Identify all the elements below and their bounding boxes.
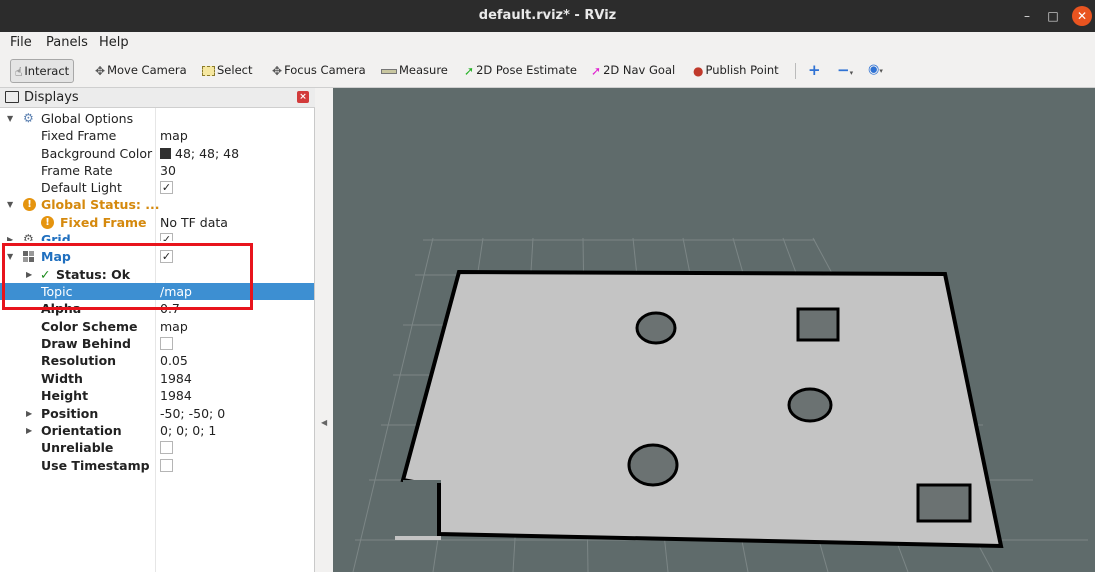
grid-label: Grid bbox=[41, 232, 71, 241]
minus-icon: − bbox=[837, 61, 850, 79]
select-tool-button[interactable]: Select bbox=[200, 59, 252, 83]
move-camera-icon: ✥ bbox=[95, 63, 106, 78]
prop-resolution[interactable]: Resolution 0.05 bbox=[0, 352, 314, 369]
displays-title: Displays bbox=[24, 90, 79, 105]
background-color-value[interactable]: 48; 48; 48 bbox=[160, 145, 239, 162]
resolution-value: 0.05 bbox=[160, 353, 188, 368]
fixed-frame-value[interactable]: map bbox=[160, 127, 188, 144]
menu-file[interactable]: File bbox=[10, 35, 32, 50]
focus-camera-tool-button[interactable]: ✥ Focus Camera bbox=[270, 59, 366, 83]
obstacle-circle bbox=[635, 311, 677, 345]
prop-position[interactable]: ▶ Position -50; -50; 0 bbox=[0, 405, 314, 422]
plus-icon: + bbox=[808, 61, 821, 79]
displays-panel-header: Displays × bbox=[0, 88, 315, 108]
magenta-arrow-icon: ➚ bbox=[591, 63, 602, 78]
height-value: 1984 bbox=[160, 388, 192, 403]
prop-background-color[interactable]: Background Color 48; 48; 48 bbox=[0, 145, 314, 162]
dropdown-arrow-icon: ▾ bbox=[849, 69, 854, 77]
gear-icon: ⚙ bbox=[23, 111, 34, 125]
close-button[interactable]: ✕ bbox=[1072, 6, 1092, 26]
obstacle-circle bbox=[627, 443, 679, 487]
menu-panels[interactable]: Panels bbox=[46, 35, 88, 50]
close-panel-icon[interactable]: × bbox=[297, 91, 309, 103]
expand-arrow-icon[interactable]: ▼ bbox=[7, 110, 13, 127]
measure-tool-button[interactable]: Measure bbox=[379, 59, 448, 83]
toolbar: ☝ Interact ✥ Move Camera Select ✥ Focus Cam… bbox=[0, 54, 1095, 88]
dropdown-arrow-icon: ▾ bbox=[879, 67, 883, 75]
view-tool-button[interactable]: ◉▾ bbox=[866, 59, 883, 83]
window-title: default.rviz* - RViz bbox=[478, 8, 617, 23]
tree-row-global-options[interactable]: ▼ ⚙ Global Options bbox=[0, 110, 314, 127]
prop-orientation[interactable]: ▶ Orientation 0; 0; 0; 1 bbox=[0, 422, 314, 439]
menu-help[interactable]: Help bbox=[99, 35, 129, 50]
eye-icon: ◉ bbox=[868, 62, 880, 77]
obstacle-circle bbox=[787, 387, 833, 423]
add-tool-button[interactable]: + bbox=[806, 59, 821, 83]
color-scheme-value[interactable]: map bbox=[160, 318, 188, 335]
minimize-button[interactable]: – bbox=[1017, 6, 1037, 26]
panel-splitter[interactable]: ◀ bbox=[315, 88, 333, 572]
prop-frame-rate[interactable]: Frame Rate 30 bbox=[0, 162, 314, 179]
grid-checkbox[interactable]: ✓ bbox=[160, 233, 173, 241]
prop-height[interactable]: Height 1984 bbox=[0, 387, 314, 404]
prop-width[interactable]: Width 1984 bbox=[0, 370, 314, 387]
menu-bar: File Panels Help bbox=[0, 32, 1095, 54]
highlight-box bbox=[2, 243, 253, 310]
ruler-icon bbox=[381, 60, 397, 82]
prop-color-scheme[interactable]: Color Scheme map bbox=[0, 318, 314, 335]
global-options-label: Global Options bbox=[41, 111, 134, 126]
prop-use-timestamp[interactable]: Use Timestamp bbox=[0, 457, 314, 474]
warning-icon: ! bbox=[23, 198, 36, 211]
default-light-checkbox[interactable]: ✓ bbox=[160, 181, 173, 194]
pose-estimate-tool-button[interactable]: ➚ 2D Pose Estimate bbox=[462, 59, 577, 83]
title-bar: default.rviz* - RViz – □ ✕ bbox=[0, 0, 1095, 32]
tree-row-global-status[interactable]: ▼ ! Global Status: ... bbox=[0, 196, 314, 213]
obstacle-box bbox=[796, 307, 840, 342]
nav-goal-tool-button[interactable]: ➚ 2D Nav Goal bbox=[589, 59, 675, 83]
status-fixed-frame[interactable]: ! Fixed Frame No TF data bbox=[0, 214, 314, 231]
monitor-icon bbox=[5, 91, 19, 103]
map-pin-icon: ● bbox=[693, 63, 704, 78]
fixed-frame-status-value: No TF data bbox=[160, 215, 228, 230]
select-box-icon bbox=[202, 60, 215, 82]
collapse-arrow-icon[interactable]: ▶ bbox=[26, 422, 32, 439]
use-timestamp-checkbox[interactable] bbox=[160, 459, 173, 472]
move-camera-tool-button[interactable]: ✥ Move Camera bbox=[93, 59, 187, 83]
publish-point-tool-button[interactable]: ● Publish Point bbox=[691, 59, 779, 83]
prop-unreliable[interactable]: Unreliable bbox=[0, 439, 314, 456]
draw-behind-checkbox[interactable] bbox=[160, 337, 173, 350]
global-status-label: Global Status: ... bbox=[41, 197, 160, 212]
toolbar-separator bbox=[795, 63, 796, 79]
position-value: -50; -50; 0 bbox=[160, 406, 226, 421]
prop-default-light[interactable]: Default Light ✓ bbox=[0, 179, 314, 196]
green-arrow-icon: ➚ bbox=[464, 63, 475, 78]
collapse-arrow-icon[interactable]: ▶ bbox=[26, 405, 32, 422]
warning-icon: ! bbox=[41, 216, 54, 229]
color-swatch bbox=[160, 148, 171, 159]
map-free-area bbox=[400, 269, 1004, 549]
map-render bbox=[352, 237, 1088, 572]
map-notch bbox=[403, 480, 441, 534]
interact-tool-button[interactable]: ☝ Interact bbox=[10, 59, 75, 83]
maximize-button[interactable]: □ bbox=[1043, 6, 1063, 26]
obstacle-box bbox=[916, 483, 972, 523]
focus-camera-icon: ✥ bbox=[272, 63, 283, 78]
expand-arrow-icon[interactable]: ▼ bbox=[7, 196, 13, 213]
unreliable-checkbox[interactable] bbox=[160, 441, 173, 454]
collapse-arrow-icon[interactable]: ▶ bbox=[7, 231, 13, 241]
prop-fixed-frame[interactable]: Fixed Frame map bbox=[0, 127, 314, 144]
remove-tool-button[interactable]: −▾ bbox=[835, 59, 853, 83]
3d-viewport[interactable] bbox=[333, 88, 1095, 572]
tree-row-grid[interactable]: ▶ ⚙ Grid ✓ bbox=[0, 231, 314, 241]
grid-icon: ⚙ bbox=[23, 232, 34, 241]
prop-draw-behind[interactable]: Draw Behind bbox=[0, 335, 314, 352]
frame-rate-value[interactable]: 30 bbox=[160, 162, 176, 179]
orientation-value: 0; 0; 0; 1 bbox=[160, 423, 217, 438]
width-value: 1984 bbox=[160, 371, 192, 386]
hand-pointer-icon: ☝ bbox=[15, 64, 23, 79]
displays-panel: Displays × ▼ ⚙ Global Options Fixed Fram… bbox=[0, 88, 315, 572]
collapse-left-arrow-icon[interactable]: ◀ bbox=[321, 418, 327, 427]
